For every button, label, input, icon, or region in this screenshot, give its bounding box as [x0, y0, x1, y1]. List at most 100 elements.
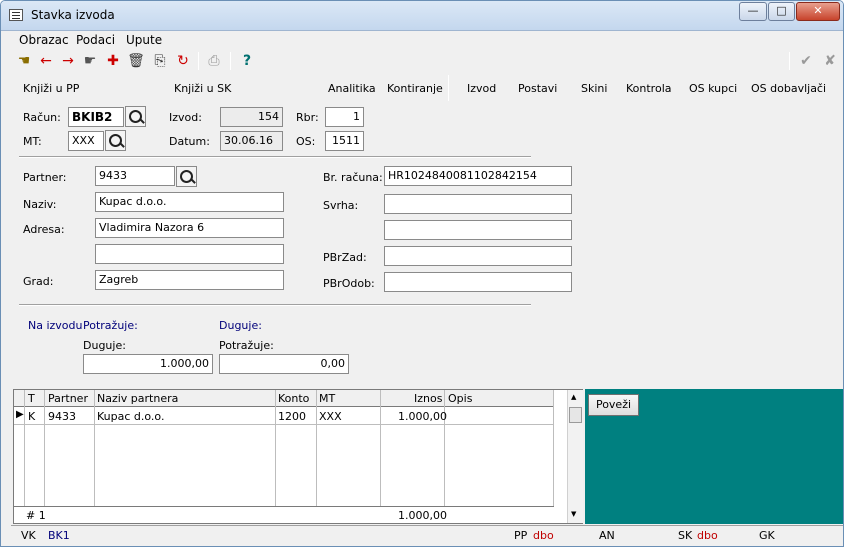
os-dobavljaci-link[interactable]: OS dobavljači — [751, 82, 826, 95]
window-title: Stavka izvoda — [31, 8, 115, 22]
column-header-mt[interactable]: MT — [319, 392, 335, 405]
status-vk-label: VK — [21, 529, 36, 542]
os-field[interactable]: 1511 — [325, 131, 364, 151]
cell-naziv[interactable]: Kupac d.o.o. — [97, 410, 164, 423]
br-racuna-label: Br. računa: — [323, 171, 383, 184]
svrha-label: Svrha: — [323, 199, 359, 212]
rbr-field[interactable]: 1 — [325, 107, 364, 127]
datum-label: Datum: — [169, 135, 210, 148]
cell-iznos[interactable]: 1.000,00 — [398, 410, 447, 423]
title-bar: Stavka izvoda — □ ✕ — [1, 1, 843, 31]
cell-t[interactable]: K — [28, 410, 35, 423]
column-header-konto[interactable]: Konto — [278, 392, 309, 405]
pbrodob-label: PBrOdob: — [323, 277, 375, 290]
naziv-field[interactable]: Kupac d.o.o. — [95, 192, 284, 212]
minimize-button[interactable]: — — [739, 2, 767, 21]
racun-field[interactable]: BKIB2 — [68, 107, 124, 127]
cell-konto[interactable]: 1200 — [278, 410, 306, 423]
first-record-icon[interactable]: ☚ — [15, 52, 33, 70]
adresa2-field[interactable] — [95, 244, 284, 264]
delete-icon[interactable]: 🗑 — [127, 52, 145, 70]
grid-scrollbar[interactable]: ▲ ▼ — [567, 390, 583, 523]
row-pointer-icon: ▶ — [16, 409, 24, 420]
naziv-label: Naziv: — [23, 198, 57, 211]
povezi-button[interactable]: Poveži — [588, 394, 639, 416]
knjizi-u-pp-link[interactable]: Knjiži u PP — [23, 82, 79, 95]
izvod-label: Izvod: — [169, 111, 202, 124]
potrazuje-label: Potražuje: — [219, 339, 274, 352]
column-header-iznos[interactable]: Iznos — [414, 392, 442, 405]
status-an-label: AN — [599, 529, 615, 542]
datum-field: 30.06.16 — [220, 131, 283, 151]
adresa-field[interactable]: Vladimira Nazora 6 — [95, 218, 284, 238]
separator — [19, 156, 531, 158]
potrazuje-field[interactable]: 0,00 — [219, 354, 349, 374]
column-header-naziv[interactable]: Naziv partnera — [97, 392, 178, 405]
linking-panel: Poveži — [585, 389, 843, 524]
refresh-icon[interactable]: ↻ — [174, 52, 192, 70]
toolbar-separator — [198, 52, 199, 70]
os-label: OS: — [296, 135, 316, 148]
na-izvodu-label: Na izvodu — [28, 319, 83, 332]
help-icon[interactable]: ? — [238, 52, 256, 70]
izvod-field: 154 — [220, 107, 283, 127]
pbrodob-field[interactable] — [384, 272, 572, 292]
status-gk-label: GK — [759, 529, 775, 542]
kontrola-link[interactable]: Kontrola — [626, 82, 672, 95]
cancel-icon[interactable]: ✘ — [821, 52, 839, 70]
grad-label: Grad: — [23, 275, 54, 288]
skini-link[interactable]: Skini — [581, 82, 607, 95]
next-record-icon[interactable]: → — [59, 52, 77, 70]
pbrzad-label: PBrZad: — [323, 251, 367, 264]
cell-partner[interactable]: 9433 — [48, 410, 76, 423]
svrha2-field[interactable] — [384, 220, 572, 240]
print-icon[interactable]: ⎙ — [205, 52, 223, 70]
app-icon — [9, 9, 23, 21]
previous-record-icon[interactable]: ← — [37, 52, 55, 70]
column-header-partner[interactable]: Partner — [48, 392, 88, 405]
duguje-field[interactable]: 1.000,00 — [83, 354, 213, 374]
toolbar: ☚ ← → ☛ ✚ 🗑 ⎘ ↻ ⎙ ? ✔ ✘ — [11, 50, 843, 72]
stavke-grid[interactable]: T Partner Naziv partnera Konto MT Iznos … — [13, 389, 583, 524]
scroll-down-icon[interactable]: ▼ — [571, 510, 576, 518]
pbrzad-field[interactable] — [384, 246, 572, 266]
toolbar-separator — [789, 52, 790, 70]
mt-field[interactable]: XXX — [68, 131, 104, 151]
footer-count: # 1 — [26, 509, 46, 522]
knjizi-u-sk-link[interactable]: Knjiži u SK — [174, 82, 231, 95]
menu-podaci[interactable]: Podaci — [76, 33, 115, 47]
column-header-t[interactable]: T — [28, 392, 35, 405]
cell-mt[interactable]: XXX — [319, 410, 342, 423]
menu-obrazac[interactable]: Obrazac — [19, 33, 69, 47]
copy-icon[interactable]: ⎘ — [151, 52, 169, 70]
kontiranje-link[interactable]: Kontiranje — [387, 82, 443, 95]
close-button[interactable]: ✕ — [796, 2, 840, 21]
confirm-icon[interactable]: ✔ — [797, 52, 815, 70]
scroll-thumb[interactable] — [569, 407, 582, 423]
maximize-button[interactable]: □ — [768, 2, 795, 21]
scroll-up-icon[interactable]: ▲ — [571, 393, 576, 401]
separator — [448, 75, 449, 101]
duguje-label: Duguje: — [83, 339, 126, 352]
status-sk-label: SK — [678, 529, 693, 542]
potrazuje-top-label: Potražuje: — [83, 319, 138, 332]
postavi-link[interactable]: Postavi — [518, 82, 557, 95]
menu-upute[interactable]: Upute — [126, 33, 162, 47]
izvod-link[interactable]: Izvod — [467, 82, 496, 95]
status-pp-value: dbo — [533, 529, 554, 542]
status-bar: VK BK1 PP dbo AN SK dbo GK — [11, 525, 843, 546]
column-header-opis[interactable]: Opis — [448, 392, 472, 405]
partner-search-icon[interactable] — [176, 166, 197, 187]
racun-search-icon[interactable] — [125, 106, 146, 127]
status-pp-label: PP — [514, 529, 528, 542]
partner-field[interactable]: 9433 — [95, 166, 175, 186]
new-record-icon[interactable]: ✚ — [104, 52, 122, 70]
analitika-link[interactable]: Analitika — [328, 82, 376, 95]
separator — [19, 304, 531, 306]
mt-search-icon[interactable] — [105, 130, 126, 151]
br-racuna-field[interactable]: HR1024840081102842154 — [384, 166, 572, 186]
os-kupci-link[interactable]: OS kupci — [689, 82, 737, 95]
svrha-field[interactable] — [384, 194, 572, 214]
last-record-icon[interactable]: ☛ — [81, 52, 99, 70]
grad-field[interactable]: Zagreb — [95, 270, 284, 290]
